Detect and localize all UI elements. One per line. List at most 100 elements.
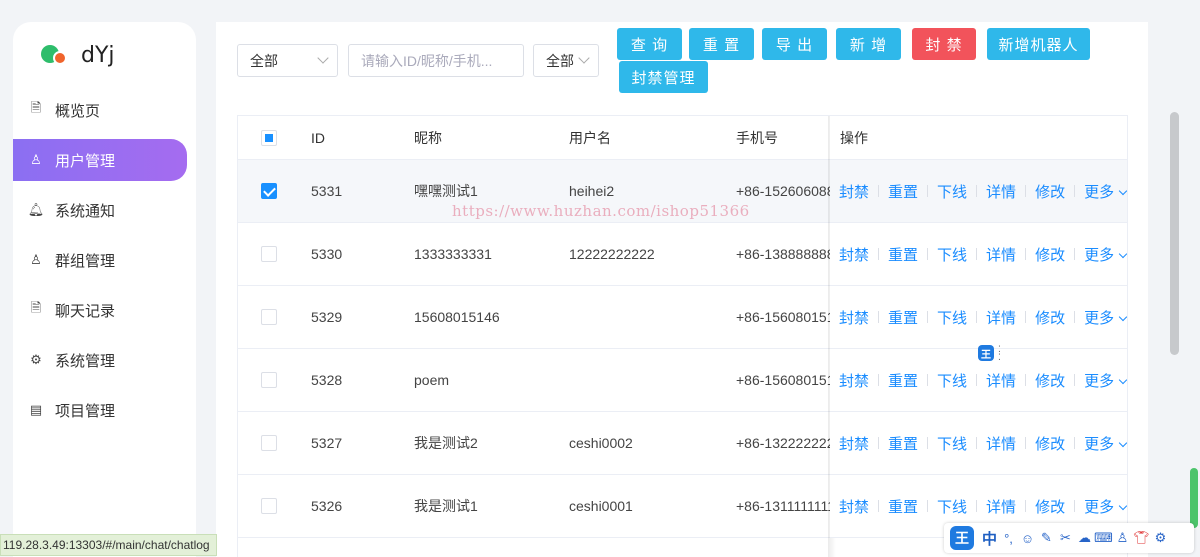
more-link[interactable]: 更多	[1084, 496, 1127, 517]
cell-username: 12222222222	[569, 246, 655, 262]
offline-link[interactable]: 下线	[937, 244, 967, 265]
sidebar-item-1[interactable]: ♙ 用户管理	[13, 139, 187, 181]
row-checkbox[interactable]	[261, 309, 277, 325]
row-checkbox[interactable]	[261, 498, 277, 514]
select-all-checkbox[interactable]	[261, 130, 277, 146]
cell-nickname: 我是测试2	[414, 435, 478, 451]
offline-link[interactable]: 下线	[937, 370, 967, 391]
separator	[1074, 248, 1076, 260]
separator	[878, 437, 880, 449]
separator	[1025, 374, 1027, 386]
offline-link[interactable]: 下线	[937, 496, 967, 517]
edit-link[interactable]: 修改	[1035, 433, 1065, 454]
header-phone: 手机号	[736, 130, 778, 146]
ban-link[interactable]: 封禁	[839, 307, 869, 328]
ime-mode-toggle[interactable]: 中	[980, 528, 999, 548]
offline-link[interactable]: 下线	[937, 181, 967, 202]
separator	[976, 437, 978, 449]
edit-link-label: 修改	[1035, 309, 1066, 327]
offline-link-label: 下线	[937, 183, 968, 201]
sidebar-item-4[interactable]: 🗎 聊天记录	[13, 289, 187, 331]
reset-link[interactable]: 重置	[888, 181, 918, 202]
sidebar-item-5[interactable]: ⚙ 系统管理	[13, 339, 187, 381]
sidebar-item-2[interactable]: 🔔︎ 系统通知	[13, 189, 187, 231]
export-button[interactable]: 导 出	[762, 28, 827, 60]
detail-link[interactable]: 详情	[986, 244, 1016, 265]
row-checkbox[interactable]	[261, 246, 277, 262]
ime-logo-icon[interactable]: 王	[950, 526, 974, 550]
detail-link[interactable]: 详情	[986, 181, 1016, 202]
reset-link[interactable]: 重置	[888, 244, 918, 265]
detail-link[interactable]: 详情	[986, 433, 1016, 454]
reset-link[interactable]: 重置	[888, 433, 918, 454]
status-select[interactable]: 全部	[533, 44, 599, 77]
type-select[interactable]: 全部	[237, 44, 338, 77]
cloud-icon[interactable]: ☁	[1075, 528, 1094, 548]
reset-link[interactable]: 重置	[888, 307, 918, 328]
ops-cell: 封禁 重置 下线 详情 修改 更多	[830, 223, 1127, 286]
ban-link[interactable]: 封禁	[839, 244, 869, 265]
separator	[878, 500, 880, 512]
detail-link[interactable]: 详情	[986, 496, 1016, 517]
user-account-icon[interactable]: ♙	[1113, 528, 1132, 548]
ban-link[interactable]: 封禁	[839, 433, 869, 454]
settings-gear-icon[interactable]: ⚙	[1151, 528, 1170, 548]
detail-link[interactable]: 详情	[986, 370, 1016, 391]
add-button[interactable]: 新 增	[836, 28, 901, 60]
row-checkbox[interactable]	[261, 435, 277, 451]
offline-link[interactable]: 下线	[937, 307, 967, 328]
separator	[1025, 437, 1027, 449]
row-checkbox[interactable]	[261, 183, 277, 199]
edit-link[interactable]: 修改	[1035, 370, 1065, 391]
keyboard-icon[interactable]: ⌨	[1094, 528, 1113, 548]
edit-link[interactable]: 修改	[1035, 307, 1065, 328]
punctuation-icon[interactable]: °,	[999, 528, 1018, 548]
separator	[1074, 185, 1076, 197]
logo-text: dYj	[81, 42, 115, 68]
cell-nickname: 1333333331	[414, 246, 492, 262]
floating-ime-widget[interactable]: 王 ⁚ ⁚	[978, 345, 1008, 362]
cell-phone: +86-15608015147	[736, 372, 832, 388]
query-button[interactable]: 查 询	[617, 28, 682, 60]
ban-manage-button[interactable]: 封禁管理	[619, 61, 708, 93]
skin-icon[interactable]: 👕︎	[1132, 528, 1151, 548]
cell-phone: +86-15608015146	[736, 309, 832, 325]
sidebar-item-6[interactable]: ▤ 项目管理	[13, 389, 187, 431]
separator	[1074, 500, 1076, 512]
edit-link[interactable]: 修改	[1035, 244, 1065, 265]
sidebar-item-3[interactable]: ♙ 群组管理	[13, 239, 187, 281]
more-link-label: 更多	[1084, 372, 1115, 390]
search-input[interactable]	[348, 44, 524, 77]
more-link[interactable]: 更多	[1084, 433, 1127, 454]
reset-link[interactable]: 重置	[888, 496, 918, 517]
offline-link[interactable]: 下线	[937, 433, 967, 454]
scrollbar-thumb[interactable]	[1170, 112, 1179, 355]
separator	[976, 311, 978, 323]
reset-button[interactable]: 重 置	[689, 28, 754, 60]
cell-username: ceshi0001	[569, 498, 633, 514]
emoji-icon[interactable]: ☺	[1018, 528, 1037, 548]
reset-link[interactable]: 重置	[888, 370, 918, 391]
cell-id: 5329	[311, 309, 343, 325]
more-link[interactable]: 更多	[1084, 370, 1127, 391]
ban-link[interactable]: 封禁	[839, 370, 869, 391]
handwrite-icon[interactable]: ✎	[1037, 528, 1056, 548]
edit-link[interactable]: 修改	[1035, 496, 1065, 517]
add-robot-button[interactable]: 新增机器人	[987, 28, 1090, 60]
sidebar-item-label: 群组管理	[55, 252, 116, 270]
sidebar-item-0[interactable]: 🗎 概览页	[13, 89, 187, 131]
drag-handle-icon[interactable]: ⁚ ⁚	[998, 345, 1008, 362]
detail-link[interactable]: 详情	[986, 307, 1016, 328]
app-logo[interactable]: dYj	[41, 40, 115, 70]
row-checkbox[interactable]	[261, 372, 277, 388]
more-link[interactable]: 更多	[1084, 307, 1127, 328]
scissors-icon[interactable]: ✂	[1056, 528, 1075, 548]
cell-id: 5327	[311, 435, 343, 451]
more-link[interactable]: 更多	[1084, 181, 1127, 202]
ban-link[interactable]: 封禁	[839, 181, 869, 202]
more-link[interactable]: 更多	[1084, 244, 1127, 265]
ban-button[interactable]: 封 禁	[912, 28, 976, 60]
edit-link[interactable]: 修改	[1035, 181, 1065, 202]
ban-link[interactable]: 封禁	[839, 496, 869, 517]
ime-float-icon: 王	[978, 345, 994, 361]
